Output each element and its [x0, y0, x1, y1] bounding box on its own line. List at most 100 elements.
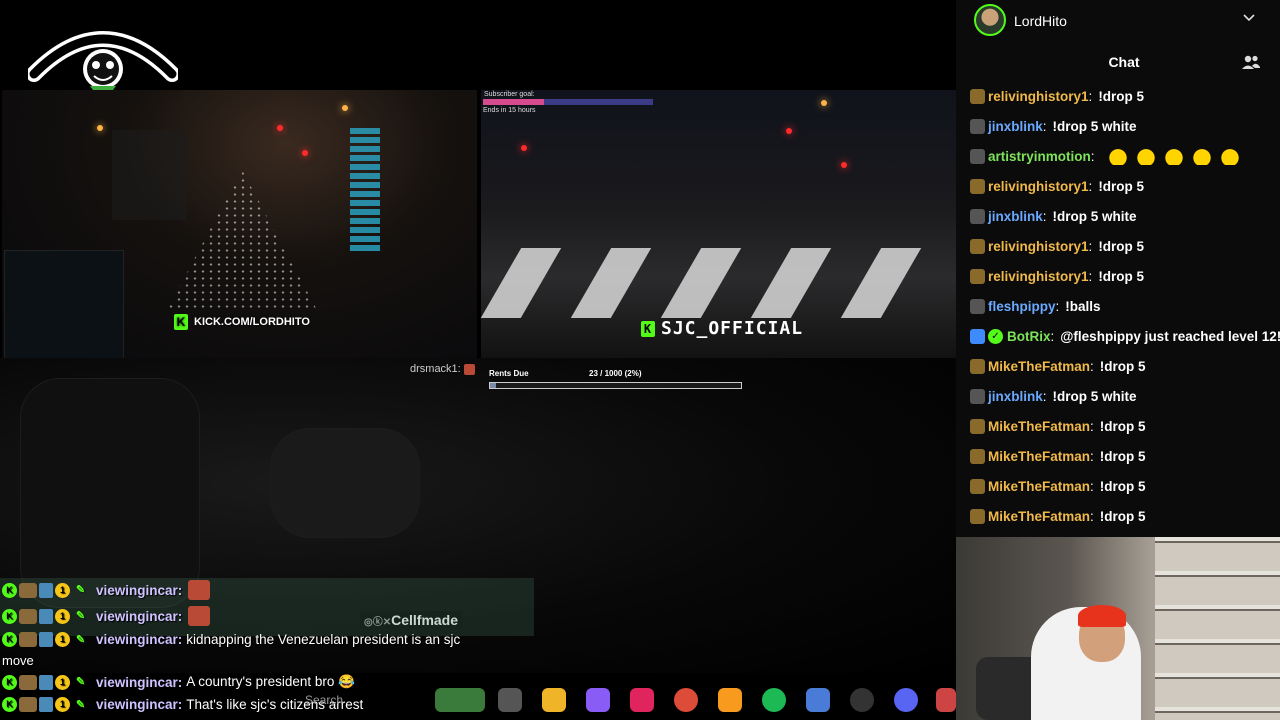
gift-badge-icon [19, 582, 37, 598]
chat-message-text: !drop 5 [1099, 448, 1146, 464]
chevron-down-icon[interactable] [1243, 11, 1255, 25]
chat-message-text: !drop 5 [1098, 268, 1145, 284]
map-tablet [4, 250, 124, 358]
high-scores-board [112, 130, 187, 220]
chat-separator: : [1050, 328, 1055, 344]
kick-badge-icon: K [2, 608, 17, 624]
user-badge-icon [970, 388, 985, 404]
user-badge-icon [970, 268, 985, 284]
chat-username[interactable]: jinxblink [988, 389, 1043, 404]
user-badge-icon [970, 298, 985, 314]
chat-message-text: !drop 5 [1099, 418, 1146, 434]
rents-due-label: Rents Due [489, 369, 529, 378]
chat-separator: : [1042, 208, 1047, 224]
chat-message-text: @fleshpippy just reached level 12! [1060, 328, 1280, 344]
chat-message: MikeTheFatman: !drop 5 [970, 445, 1146, 467]
user-badge-icon [970, 88, 985, 104]
rents-due-bar [489, 382, 742, 389]
overlay-username: viewingincar: [96, 582, 183, 598]
chat-message: relivinghistory1: !drop 5 [970, 265, 1144, 287]
stream-video[interactable]: K KICK.COM/LORDHITO Subscriber goal: Ends… [0, 0, 956, 720]
overlay-username: viewingincar: [96, 608, 183, 624]
user-badge-icon [970, 118, 985, 134]
gift-badge-icon [19, 632, 37, 647]
subscriber-goal-bar [483, 99, 653, 105]
pikachu-emote-icon [1218, 147, 1241, 165]
overlay-message-wrap: move [2, 653, 34, 668]
chat-message: relivinghistory1: !drop 5 [970, 175, 1144, 197]
taskbar-ghost: Search [230, 680, 956, 720]
users-icon[interactable] [1242, 54, 1260, 70]
chrome-icon [674, 688, 698, 712]
chat-username[interactable]: BotRix [1007, 329, 1051, 344]
chat-username[interactable]: MikeTheFatman [988, 419, 1090, 434]
chat-separator: : [1042, 118, 1047, 134]
plinko-player-list [350, 128, 380, 252]
chat-separator: : [1088, 178, 1093, 194]
chat-username[interactable]: relivinghistory1 [988, 239, 1089, 254]
emote-icon [188, 580, 211, 600]
chat-separator: : [1088, 238, 1093, 254]
chat-separator: : [1090, 478, 1094, 494]
chat-message-text: !drop 5 [1099, 478, 1146, 494]
user-badge-icon [970, 418, 985, 434]
user-badge-icon [970, 208, 985, 224]
chat-message: jinxblink: !drop 5 white [970, 205, 1137, 227]
taskbar-search: Search [305, 693, 344, 707]
chat-message-text: !drop 5 [1099, 358, 1146, 374]
chat-message: MikeTheFatman: !drop 5 [970, 415, 1146, 437]
verified-badge-icon: ✓ [988, 328, 1003, 344]
chat-username[interactable]: relivinghistory1 [988, 269, 1089, 284]
one-badge-icon: 1 [55, 697, 70, 712]
chat-username[interactable]: MikeTheFatman [988, 509, 1090, 524]
channel-header[interactable]: LordHito [956, 0, 1280, 40]
one-badge-icon: 1 [55, 674, 70, 690]
pencil-icon: ✎ [76, 633, 86, 646]
gift-badge-icon [19, 608, 37, 624]
chat-username[interactable]: MikeTheFatman [988, 449, 1090, 464]
chat-username[interactable]: relivinghistory1 [988, 179, 1089, 194]
pikachu-emote-icon [1162, 147, 1185, 165]
car-seat [20, 378, 200, 608]
chat-separator: : [1090, 358, 1094, 374]
chat-username[interactable]: fleshpippy [988, 299, 1056, 314]
chat-username[interactable]: jinxblink [988, 119, 1043, 134]
chat-username[interactable]: MikeTheFatman [988, 359, 1090, 374]
chat-message: MikeTheFatman: !drop 5 [970, 505, 1146, 527]
sjc-watermark: K SJC_OFFICIAL [641, 318, 803, 339]
chat-separator: : [1055, 298, 1060, 314]
pikachu-emote-icon [1134, 147, 1157, 165]
drsmack-label: drsmack1: [410, 363, 475, 375]
kick-badge-icon: K [2, 697, 17, 712]
sub-badge-icon [39, 608, 53, 624]
chat-message-text: !drop 5 white [1052, 118, 1137, 134]
sub-badge-icon [39, 697, 53, 712]
pencil-icon: ✎ [76, 584, 86, 596]
gift-badge-icon [19, 697, 37, 712]
chat-username[interactable]: artistryinmotion [988, 149, 1091, 164]
chat-message-text: !balls [1065, 298, 1101, 314]
chat-message: fleshpippy: !balls [970, 295, 1101, 317]
overlay-username: viewingincar: [96, 674, 183, 690]
user-badge-icon [970, 478, 985, 494]
irl-feed-right: Subscriber goal: Ends in 15 hours K SJC_O… [481, 90, 956, 358]
channel-avatar[interactable] [974, 4, 1006, 36]
overlay-message-text: kidnapping the Venezuelan president is a… [186, 632, 461, 647]
pencil-icon: ✎ [76, 610, 86, 622]
game-feed-left: K KICK.COM/LORDHITO [2, 90, 477, 358]
channel-name[interactable]: LordHito [1014, 13, 1067, 29]
chat-separator: : [1042, 388, 1047, 404]
user-badge-icon [970, 508, 985, 524]
chat-separator: : [1088, 268, 1093, 284]
user-badge-icon [970, 358, 985, 374]
gift-badge-icon [19, 674, 37, 690]
chat-username[interactable]: MikeTheFatman [988, 479, 1090, 494]
chat-username[interactable]: jinxblink [988, 209, 1043, 224]
chat-message: MikeTheFatman: !drop 5 [970, 355, 1146, 377]
discord-icon [894, 688, 918, 712]
one-badge-icon: 1 [55, 582, 70, 598]
kick-badge-icon: K [2, 674, 17, 690]
chat-username[interactable]: relivinghistory1 [988, 89, 1089, 104]
sub-badge-icon [39, 582, 53, 598]
chat-message-text: !drop 5 white [1052, 208, 1137, 224]
